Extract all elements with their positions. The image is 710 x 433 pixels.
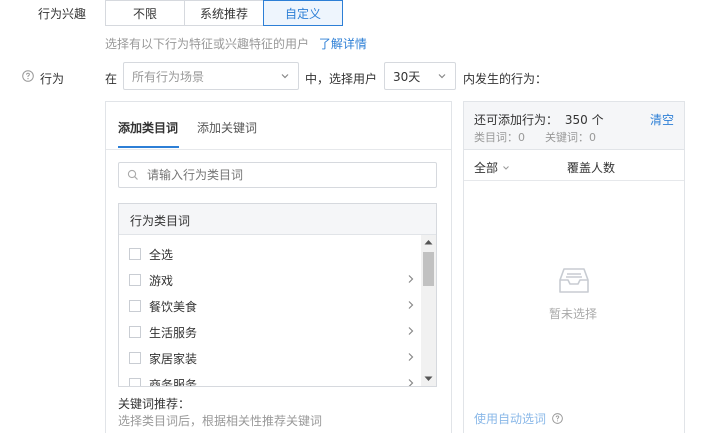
behavior-in-label: 在 <box>105 72 118 86</box>
list-item-label: 游戏 <box>149 273 174 288</box>
search-icon <box>127 169 138 180</box>
tab-divider <box>106 149 451 150</box>
behavior-suffix: 内发生的行为： <box>463 72 548 86</box>
remaining-label: 还可添加行为： <box>474 113 559 127</box>
chevron-right-icon[interactable] <box>407 352 415 362</box>
list-item[interactable]: 餐饮美食 <box>129 293 419 319</box>
auto-select-link[interactable]: 使用自动选词 <box>474 410 563 427</box>
chevron-down-icon <box>438 74 446 79</box>
remaining-behaviors: 还可添加行为： 350 个 <box>474 111 604 128</box>
category-list: 行为类目词 全选 游戏 餐饮美食 生活服务 家居家装 商务服务 <box>118 203 437 387</box>
help-icon[interactable] <box>552 413 563 424</box>
column-all-label: 全部 <box>474 161 499 175</box>
option-custom[interactable]: 自定义 <box>263 0 343 26</box>
empty-state-text: 暂未选择 <box>549 307 598 321</box>
chevron-right-icon[interactable] <box>407 274 415 284</box>
checkbox[interactable] <box>129 248 141 260</box>
days-select[interactable]: 30天 <box>384 62 456 90</box>
checkbox[interactable] <box>129 300 141 312</box>
list-item[interactable]: 游戏 <box>129 267 419 293</box>
column-all[interactable]: 全部 <box>474 159 510 176</box>
scroll-down-icon[interactable] <box>424 376 433 382</box>
chevron-down-icon <box>502 166 509 170</box>
help-icon[interactable] <box>22 70 34 82</box>
list-item-select-all[interactable]: 全选 <box>129 241 419 267</box>
interest-label: 行为兴趣 <box>38 7 87 21</box>
list-item-label: 商务服务 <box>149 377 198 387</box>
list-item-label: 餐饮美食 <box>149 299 198 314</box>
category-panel: 添加类目词 添加关键词 行为类目词 全选 游戏 餐饮美食 <box>105 101 452 433</box>
checkbox[interactable] <box>129 274 141 286</box>
option-system-recommend[interactable]: 系统推荐 <box>184 0 264 26</box>
tab-add-keyword[interactable]: 添加关键词 <box>197 119 257 136</box>
list-item[interactable]: 家居家装 <box>129 345 419 371</box>
category-search[interactable] <box>118 162 437 188</box>
behavior-scene-select[interactable]: 所有行为场景 <box>123 62 299 90</box>
scrollbar[interactable] <box>421 235 436 386</box>
learn-more-link[interactable]: 了解详情 <box>319 37 367 51</box>
clear-button[interactable]: 清空 <box>650 111 674 128</box>
category-search-input[interactable] <box>145 167 429 183</box>
scrollbar-thumb[interactable] <box>423 252 434 286</box>
list-item[interactable]: 生活服务 <box>129 319 419 345</box>
empty-inbox-icon <box>559 268 589 293</box>
header-divider <box>464 180 684 181</box>
tab-add-keyword-label: 添加关键词 <box>197 121 258 135</box>
tab-underline <box>118 146 179 148</box>
chevron-right-icon[interactable] <box>407 300 415 310</box>
keyword-recommend-desc: 选择类目词后，根据相关性推荐关键词 <box>118 414 323 428</box>
category-list-header-label: 行为类目词 <box>130 214 191 228</box>
list-item-label: 家居家装 <box>149 351 198 366</box>
behavior-label: 行为 <box>40 72 65 86</box>
checkbox[interactable] <box>129 352 141 364</box>
days-value: 30天 <box>393 69 421 84</box>
keyword-recommend-title: 关键词推荐： <box>118 397 191 411</box>
interest-hint: 选择有以下行为特征或兴趣特征的用户 了解详情 <box>105 35 367 52</box>
selection-panel: 还可添加行为： 350 个 清空 类目词：0 关键词：0 全部 覆盖人数 暂未选… <box>463 101 685 433</box>
auto-select-label: 使用自动选词 <box>474 412 547 426</box>
interest-hint-text: 选择有以下行为特征或兴趣特征的用户 <box>105 37 310 51</box>
tab-add-category-label: 添加类目词 <box>118 121 179 135</box>
chevron-down-icon <box>281 74 289 79</box>
list-item-label: 全选 <box>149 247 174 262</box>
category-count: 类目词：0 <box>474 131 525 144</box>
behavior-scene-placeholder: 所有行为场景 <box>132 69 205 84</box>
checkbox[interactable] <box>129 378 141 386</box>
option-unlimited[interactable]: 不限 <box>105 0 185 26</box>
list-item[interactable]: 商务服务 <box>129 371 419 387</box>
remaining-value: 350 个 <box>564 113 604 127</box>
tab-add-category[interactable]: 添加类目词 <box>118 119 178 136</box>
select-users-label: 中，选择用户 <box>305 72 378 86</box>
chevron-right-icon[interactable] <box>407 326 415 336</box>
keyword-count: 关键词：0 <box>545 131 596 144</box>
checkbox[interactable] <box>129 326 141 338</box>
column-coverage: 覆盖人数 <box>567 161 616 175</box>
scroll-up-icon[interactable] <box>424 239 433 245</box>
category-list-header: 行为类目词 <box>119 204 436 235</box>
chevron-right-icon[interactable] <box>407 378 415 387</box>
list-item-label: 生活服务 <box>149 325 198 340</box>
